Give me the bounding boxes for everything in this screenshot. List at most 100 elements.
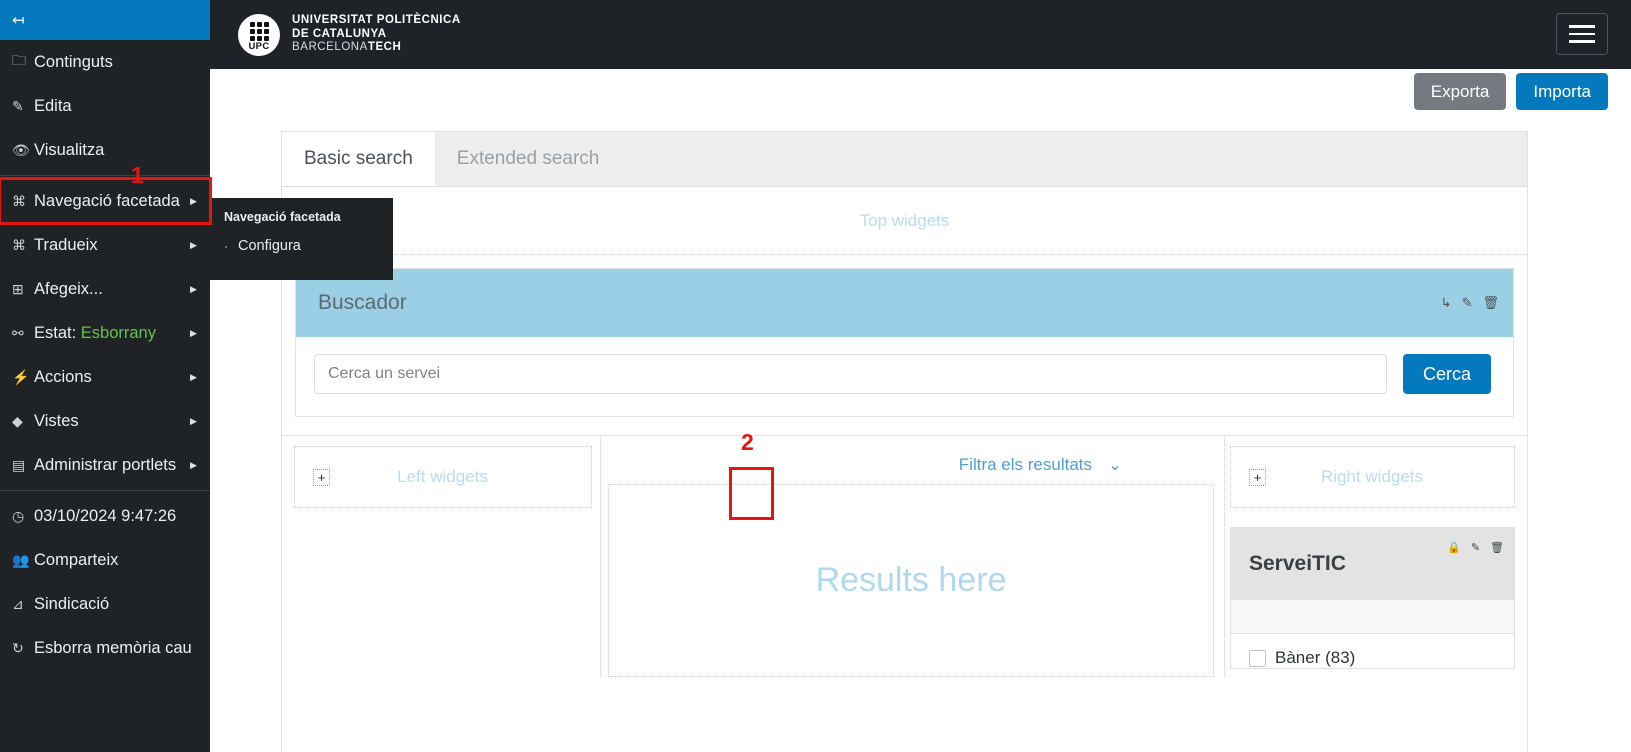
sidebar-item-label: Administrar portlets <box>34 455 177 474</box>
rss-icon: ⊿ <box>12 595 24 612</box>
sidebar-item-comparteix[interactable]: 👥 Comparteix <box>0 538 210 582</box>
submenu-list: · Configura <box>224 238 393 254</box>
sidebar-item-label: Tradueix <box>34 235 98 254</box>
layers-icon: ◆ <box>12 412 23 429</box>
app-root: UPC UNIVERSITAT POLITÈCNICA DE CATALUNYA… <box>0 0 1631 752</box>
serveitic-facet-list: Bàner (83) <box>1231 634 1514 668</box>
filter-results-row: Filtra els resultats ⌄ <box>608 446 1214 484</box>
bullet-icon: · <box>224 239 228 253</box>
serveitic-widget: ServeiTIC 🔒 ✎ 🗑 Bàner (83) <box>1230 527 1515 669</box>
estat-key: Estat: <box>34 323 77 342</box>
brand-line-3: BARCELONATECH <box>292 41 461 55</box>
bolt-icon: ⚡ <box>12 368 30 385</box>
eye-icon: 👁 <box>12 141 30 158</box>
top-widgets-label: Top widgets <box>859 210 950 230</box>
page-toolbar: Exporta Importa <box>1413 73 1608 110</box>
trash-icon[interactable]: 🗑 <box>1490 541 1504 554</box>
sidebar-item-vistes[interactable]: ◆ Vistes ▶ <box>0 399 210 443</box>
sidebar-item-label: Navegació facetada <box>34 191 180 210</box>
buscador-widget-body: Cerca <box>296 337 1513 416</box>
brand-line-2: DE CATALUNYA <box>292 27 387 40</box>
move-icon[interactable]: ↳ <box>1441 295 1452 311</box>
sidebar-item-esborra-memoria-cau[interactable]: ↻ Esborra memòria cau <box>0 626 210 670</box>
upc-brand: UPC UNIVERSITAT POLITÈCNICA DE CATALUNYA… <box>238 13 461 56</box>
sidebar-item-label: Accions <box>34 367 92 386</box>
hamburger-icon[interactable] <box>1556 13 1608 55</box>
chevron-down-icon[interactable]: ⌄ <box>1104 455 1126 475</box>
left-column: + Left widgets <box>282 446 600 677</box>
tab-basic-search[interactable]: Basic search <box>282 132 435 186</box>
brand-text: UNIVERSITAT POLITÈCNICA DE CATALUNYA BAR… <box>292 14 461 55</box>
trash-icon[interactable]: 🗑 <box>1482 295 1499 311</box>
chevron-right-icon: ▶ <box>190 195 197 206</box>
import-button[interactable]: Importa <box>1516 73 1608 110</box>
buscador-widget-header: Buscador ↳ ✎ 🗑 <box>296 269 1513 337</box>
navegacio-facetada-submenu: Navegació facetada · Configura <box>210 198 393 280</box>
collapse-sidebar-icon[interactable]: ↤ <box>12 13 25 28</box>
add-right-widget-button[interactable]: + <box>1249 468 1266 486</box>
top-widgets-zone[interactable]: Top widgets <box>282 187 1527 255</box>
sidebar-item-label: Visualitza <box>34 140 105 159</box>
sidebar-item-edita[interactable]: ✎ Edita <box>0 84 210 128</box>
sidebar-item-label: Sindicació <box>34 594 110 613</box>
left-widgets-zone[interactable]: + Left widgets <box>294 446 592 508</box>
annotation-marker-2: 2 <box>741 429 754 455</box>
sidebar-item-timestamp: ◷ 03/10/2024 9:47:26 <box>0 494 210 538</box>
logo-wordmark: UPC <box>248 40 270 52</box>
facet-checkbox[interactable] <box>1249 649 1266 667</box>
export-button[interactable]: Exporta <box>1413 73 1507 110</box>
pencil-icon[interactable]: ✎ <box>1471 541 1480 554</box>
search-input[interactable] <box>314 354 1387 394</box>
upc-logo-icon: UPC <box>238 13 280 56</box>
sidebar-timestamp-label: 03/10/2024 9:47:26 <box>34 506 177 525</box>
right-widgets-label: Right widgets <box>1320 467 1424 486</box>
chevron-right-icon: ▶ <box>190 459 197 470</box>
lock-icon[interactable]: 🔒 <box>1447 541 1461 554</box>
sidebar-item-navegacio-facetada[interactable]: ⌘ Navegació facetada ▶ <box>0 177 212 225</box>
sidebar-item-label: Edita <box>34 96 72 115</box>
submenu-title: Navegació facetada <box>224 210 341 224</box>
filter-results-label[interactable]: Filtra els resultats <box>959 455 1092 475</box>
buscador-widget: Buscador ↳ ✎ 🗑 Cerca <box>295 268 1514 417</box>
search-config-panel: Basic search Extended search Top widgets… <box>281 131 1528 752</box>
sidebar-item-administrar-portlets[interactable]: ▤ Administrar portlets ▶ <box>0 443 210 487</box>
sidebar-item-visualitza[interactable]: 👁 Visualitza <box>0 128 210 172</box>
tab-extended-search[interactable]: Extended search <box>435 132 622 186</box>
pencil-icon[interactable]: ✎ <box>1462 295 1473 311</box>
refresh-icon: ↻ <box>12 639 24 656</box>
brand-line-3a: BARCELONA <box>292 41 368 54</box>
chevron-right-icon: ▶ <box>190 327 197 338</box>
sidebar-item-continguts[interactable]: 🗀 Continguts <box>0 40 210 84</box>
results-placeholder-label: Results here <box>815 561 1007 599</box>
sidebar-item-label: Continguts <box>34 52 113 71</box>
right-widgets-zone[interactable]: + Right widgets <box>1230 446 1515 508</box>
chevron-right-icon: ▶ <box>190 415 197 426</box>
site-header: UPC UNIVERSITAT POLITÈCNICA DE CATALUNYA… <box>210 0 1631 69</box>
chevron-right-icon: ▶ <box>190 283 197 294</box>
submenu-item-configura[interactable]: · Configura <box>224 238 393 254</box>
clock-icon: ◷ <box>12 507 25 524</box>
buscador-title: Buscador <box>318 291 407 314</box>
sidebar-item-label: Afegeix... <box>34 279 103 298</box>
sidebar-item-estat[interactable]: ⚯ Estat: Esborrany ▶ <box>0 311 210 355</box>
buscador-widget-actions: ↳ ✎ 🗑 <box>1441 295 1499 311</box>
search-submit-button[interactable]: Cerca <box>1402 354 1491 394</box>
chevron-right-icon: ▶ <box>190 371 197 382</box>
sidebar-item-tradueix[interactable]: ⌘ Tradueix ▶ <box>0 223 210 267</box>
submenu-item-label: Configura <box>238 238 301 254</box>
add-left-widget-button[interactable]: + <box>313 468 330 486</box>
list-item[interactable]: Bàner (83) <box>1249 648 1514 668</box>
page-body: Basic search Extended search Top widgets… <box>210 69 1631 752</box>
plus-square-icon: ⊞ <box>12 280 24 297</box>
sidebar-collapse-bar[interactable]: ↤ <box>0 0 210 40</box>
pencil-icon: ✎ <box>12 97 24 114</box>
sidebar-item-afegeix[interactable]: ⊞ Afegeix... ▶ <box>0 267 210 311</box>
sidebar-item-sindicacio[interactable]: ⊿ Sindicació <box>0 582 210 626</box>
annotation-highlight-box-2 <box>729 467 774 520</box>
sidebar-item-accions[interactable]: ⚡ Accions ▶ <box>0 355 210 399</box>
facet-label: Bàner (83) <box>1275 648 1356 667</box>
widget-columns: + Left widgets Filtra els resultats ⌄ Re… <box>282 435 1527 677</box>
sidebar-divider <box>0 175 210 176</box>
results-zone[interactable]: Results here <box>608 484 1214 677</box>
sidebar-item-label: Vistes <box>34 411 79 430</box>
